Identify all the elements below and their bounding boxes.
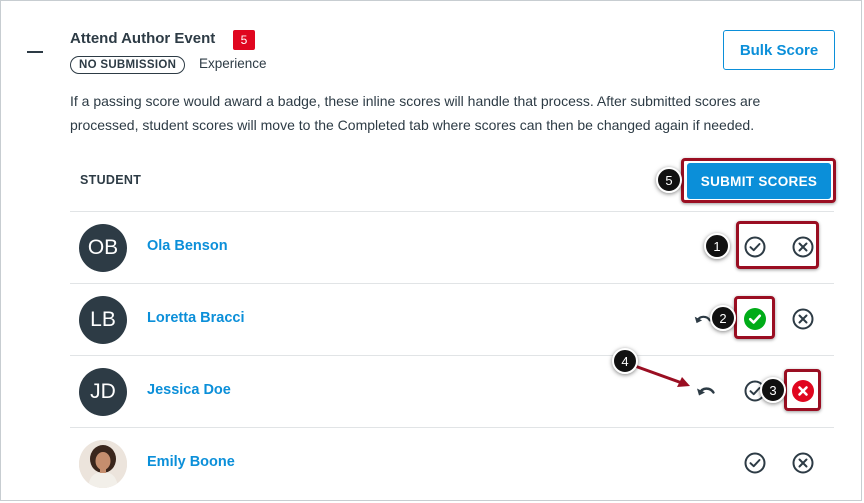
- x-circle-icon[interactable]: [791, 307, 815, 331]
- highlight-submit: [681, 158, 836, 203]
- student-name-link[interactable]: Emily Boone: [147, 454, 235, 470]
- student-name-link[interactable]: Ola Benson: [147, 238, 228, 254]
- avatar: JD: [79, 368, 127, 416]
- avatar: OB: [79, 224, 127, 272]
- status-pill: NO SUBMISSION: [70, 56, 186, 74]
- avatar: LB: [79, 296, 127, 344]
- x-circle-icon[interactable]: [791, 451, 815, 475]
- highlight-row-3: [784, 369, 821, 411]
- event-title: Attend Author Event: [70, 30, 216, 47]
- highlight-row-1: [736, 221, 819, 269]
- collapse-minus-icon[interactable]: [27, 51, 43, 53]
- bulk-score-button[interactable]: Bulk Score: [723, 30, 835, 70]
- check-circle-icon[interactable]: [743, 451, 767, 475]
- count-badge: 5: [233, 30, 255, 50]
- callout-1: 1: [704, 233, 730, 259]
- event-type: Experience: [199, 56, 267, 71]
- callout-3: 3: [760, 377, 786, 403]
- person-photo-icon: [79, 440, 127, 488]
- avatar-photo: [79, 440, 127, 488]
- student-column-header: STUDENT: [80, 173, 142, 187]
- table-row: JD Jessica Doe: [70, 356, 834, 427]
- callout-4: 4: [612, 348, 638, 374]
- callout-5: 5: [656, 167, 682, 193]
- event-card: Attend Author Event 5 NO SUBMISSION Expe…: [0, 0, 862, 501]
- student-name-link[interactable]: Jessica Doe: [147, 382, 231, 398]
- table-row: Emily Boone: [70, 428, 834, 499]
- student-name-link[interactable]: Loretta Bracci: [147, 310, 245, 326]
- description: If a passing score would award a badge, …: [70, 93, 761, 133]
- callout-2: 2: [710, 305, 736, 331]
- highlight-row-2: [734, 296, 775, 339]
